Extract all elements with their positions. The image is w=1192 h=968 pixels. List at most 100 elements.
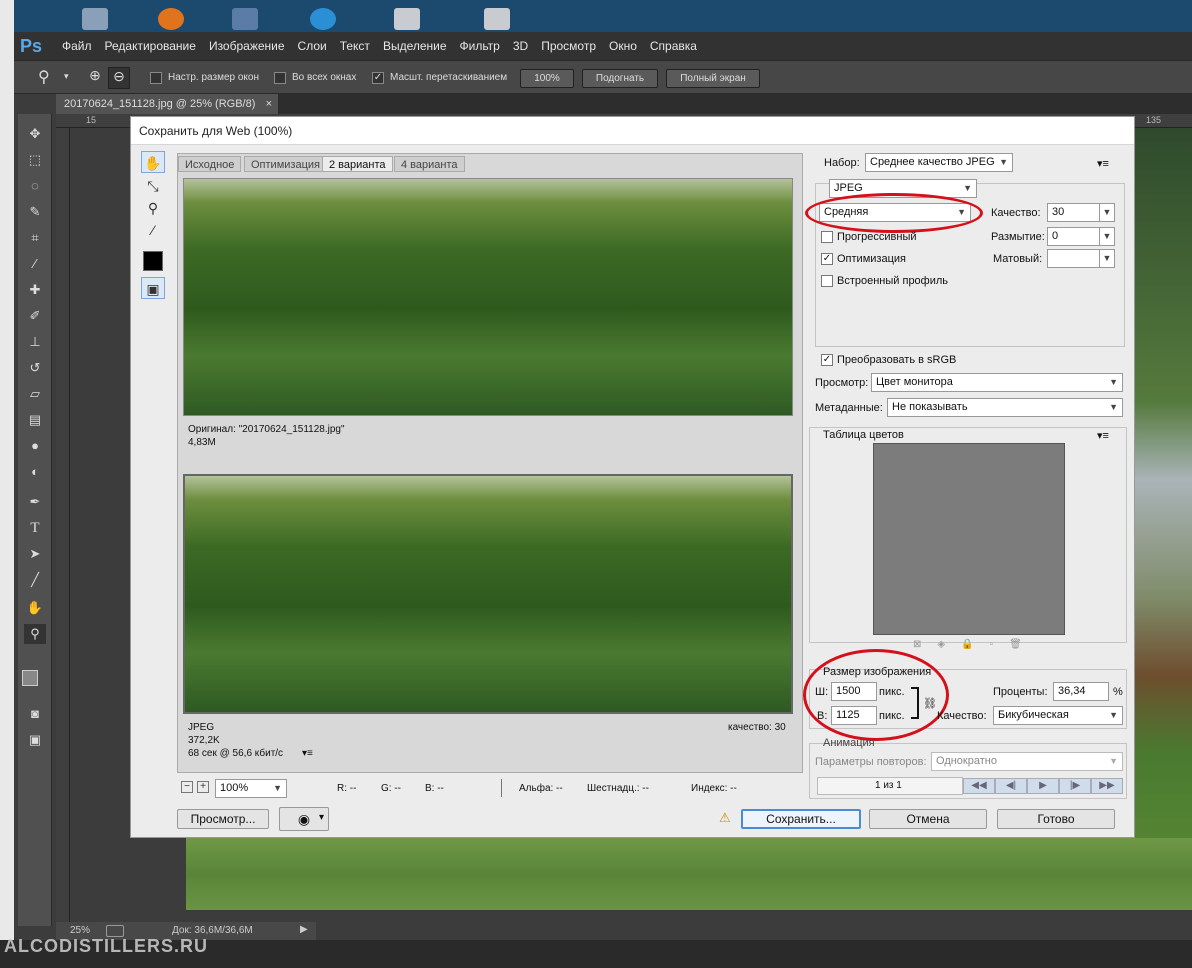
previous-frame-icon[interactable]: ◀| <box>995 778 1027 794</box>
original-preview-image[interactable] <box>183 178 793 416</box>
zoom-out-button[interactable]: − <box>181 781 193 793</box>
preset-select[interactable]: Среднее качество JPEG ▼ <box>865 153 1013 172</box>
color-table-tool-icons[interactable]: ⊠◈🔒▫🗑 <box>913 639 1093 653</box>
color-table-swatches[interactable] <box>873 443 1065 635</box>
color-table-menu-icon[interactable]: ▾≡ <box>1097 429 1109 442</box>
optimize-menu-icon[interactable]: ▾≡ <box>1097 157 1109 170</box>
zoom-100-button[interactable]: 100% <box>520 69 574 88</box>
tab-optimized[interactable]: Оптимизация <box>244 156 327 172</box>
resize-windows-checkbox[interactable] <box>150 72 162 84</box>
eyedropper-tool-icon[interactable]: ⁄ <box>141 219 165 241</box>
zoom-tool-panel-icon[interactable]: ⚲ <box>24 624 46 644</box>
resample-quality-select[interactable]: Бикубическая ▼ <box>993 706 1123 725</box>
pen-tool-icon[interactable]: ✒ <box>24 492 46 512</box>
healing-brush-tool-icon[interactable]: ✚ <box>24 280 46 300</box>
last-frame-icon[interactable]: ▶▶ <box>1091 778 1123 794</box>
firefox-icon[interactable] <box>158 8 184 30</box>
matte-input[interactable] <box>1047 249 1101 268</box>
menu-3d[interactable]: 3D <box>513 39 528 53</box>
slice-select-tool-icon[interactable]: ⤡ <box>141 175 165 197</box>
close-tab-icon[interactable]: × <box>266 94 272 114</box>
path-selection-tool-icon[interactable]: ➤ <box>24 544 46 564</box>
document-tab[interactable]: 20170624_151128.jpg @ 25% (RGB/8) × <box>56 94 278 114</box>
loop-options-select[interactable]: Однократно ▼ <box>931 752 1123 771</box>
optimized-checkbox[interactable]: ✓ <box>821 253 833 265</box>
play-icon[interactable]: ▶ <box>1027 778 1059 794</box>
blur-input[interactable]: 0 <box>1047 227 1101 246</box>
menu-edit[interactable]: Редактирование <box>105 39 196 53</box>
gradient-tool-icon[interactable]: ▤ <box>24 410 46 430</box>
blur-tool-icon[interactable]: ● <box>24 436 46 456</box>
next-frame-icon[interactable]: |▶ <box>1059 778 1091 794</box>
all-windows-checkbox[interactable] <box>274 72 286 84</box>
desktop-app-icon[interactable] <box>484 8 510 30</box>
zoom-level-select[interactable]: 100% ▼ <box>215 779 287 798</box>
preview-select[interactable]: Цвет монитора ▼ <box>871 373 1123 392</box>
foreground-color-swatch[interactable] <box>22 670 38 686</box>
zoom-in-button[interactable]: + <box>197 781 209 793</box>
status-menu-arrow-icon[interactable]: ▶ <box>300 924 308 935</box>
screen-mode-icon[interactable]: ▣ <box>24 730 46 750</box>
menu-help[interactable]: Справка <box>650 39 697 53</box>
fit-screen-button[interactable]: Подогнать <box>582 69 658 88</box>
progressive-checkbox[interactable] <box>821 231 833 243</box>
history-brush-tool-icon[interactable]: ↺ <box>24 358 46 378</box>
eraser-tool-icon[interactable]: ▱ <box>24 384 46 404</box>
zoom-tool-icon[interactable]: ⚲ <box>141 197 165 219</box>
percent-input[interactable]: 36,34 <box>1053 682 1109 701</box>
lasso-tool-icon[interactable]: ◌ <box>24 176 46 196</box>
browser-select-button[interactable]: ◉ ▾ <box>279 807 329 831</box>
move-tool-icon[interactable]: ✥ <box>24 124 46 144</box>
first-frame-icon[interactable]: ◀◀ <box>963 778 995 794</box>
menu-image[interactable]: Изображение <box>209 39 285 53</box>
status-zoom[interactable]: 25% <box>70 925 90 936</box>
convert-srgb-checkbox[interactable]: ✓ <box>821 354 833 366</box>
matte-dropdown-icon[interactable]: ▼ <box>1099 249 1115 268</box>
line-tool-icon[interactable]: ╱ <box>24 570 46 590</box>
marquee-tool-icon[interactable]: ⬚ <box>24 150 46 170</box>
tab-4-up[interactable]: 4 варианта <box>394 156 465 172</box>
full-screen-button[interactable]: Полный экран <box>666 69 760 88</box>
done-button[interactable]: Готово <box>997 809 1115 829</box>
menu-view[interactable]: Просмотр <box>541 39 596 53</box>
hand-tool-icon[interactable]: ✋ <box>24 598 46 618</box>
scrubby-zoom-checkbox[interactable]: ✓ <box>372 72 384 84</box>
optimized-preview-image[interactable] <box>183 474 793 714</box>
save-button[interactable]: Сохранить... <box>741 809 861 829</box>
eyedropper-tool-icon[interactable]: ⁄ <box>24 254 46 274</box>
quality-input[interactable]: 30 <box>1047 203 1101 222</box>
desktop-app-icon[interactable] <box>82 8 108 30</box>
menu-window[interactable]: Окно <box>609 39 637 53</box>
menu-layers[interactable]: Слои <box>298 39 327 53</box>
zoom-out-icon[interactable]: ⊖ <box>108 67 130 89</box>
download-speed-menu-icon[interactable]: ▾≡ <box>302 748 313 759</box>
tool-preset-dropdown-icon[interactable]: ▾ <box>64 71 69 82</box>
menu-type[interactable]: Текст <box>340 39 370 53</box>
menu-file[interactable]: Файл <box>62 39 92 53</box>
quick-select-tool-icon[interactable]: ✎ <box>24 202 46 222</box>
brush-tool-icon[interactable]: ✐ <box>24 306 46 326</box>
tab-2-up[interactable]: 2 варианта <box>322 156 393 172</box>
desktop-app-icon[interactable] <box>394 8 420 30</box>
menu-filter[interactable]: Фильтр <box>460 39 500 53</box>
crop-tool-icon[interactable]: ⌗ <box>24 228 46 248</box>
preview-in-browser-button[interactable]: Просмотр... <box>177 809 269 829</box>
zoom-tool-icon[interactable]: ⚲ <box>38 67 50 87</box>
menu-select[interactable]: Выделение <box>383 39 447 53</box>
eyedropper-color-swatch[interactable] <box>143 251 163 271</box>
desktop-app-icon[interactable] <box>232 8 258 30</box>
clone-stamp-tool-icon[interactable]: ⊥ <box>24 332 46 352</box>
cancel-button[interactable]: Отмена <box>869 809 987 829</box>
embed-profile-checkbox[interactable] <box>821 275 833 287</box>
speedometer-icon[interactable] <box>310 8 336 30</box>
tab-original[interactable]: Исходное <box>178 156 242 172</box>
dodge-tool-icon[interactable]: ◐ <box>24 462 46 482</box>
zoom-in-icon[interactable]: ⊕ <box>84 67 106 89</box>
toggle-slices-icon[interactable]: ▣ <box>141 277 165 299</box>
quick-mask-icon[interactable]: ◙ <box>24 704 46 724</box>
metadata-select[interactable]: Не показывать ▼ <box>887 398 1123 417</box>
blur-slider-dropdown-icon[interactable]: ▼ <box>1099 227 1115 246</box>
quality-slider-dropdown-icon[interactable]: ▼ <box>1099 203 1115 222</box>
hand-tool-icon[interactable]: ✋ <box>141 151 165 173</box>
type-tool-icon[interactable]: T <box>24 518 46 538</box>
